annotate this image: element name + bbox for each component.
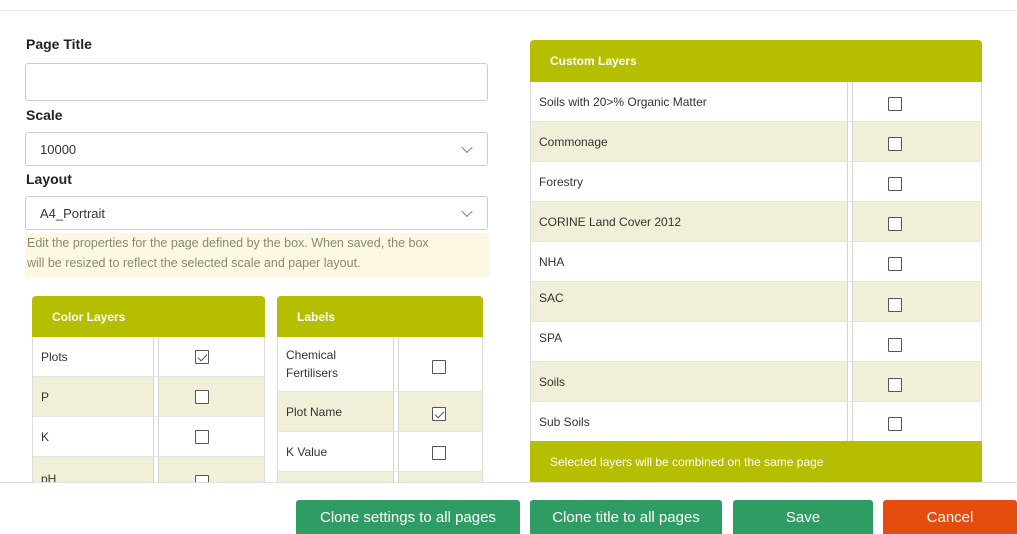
- column-divider: [393, 337, 399, 391]
- scale-label: Scale: [26, 107, 63, 123]
- labels-panel: Labels Chemical Fertilisers Plot Name K …: [277, 296, 483, 482]
- k-checkbox[interactable]: [195, 430, 209, 444]
- custom-layers-panel: Custom Layers Soils with 20>% Organic Ma…: [530, 40, 982, 482]
- column-divider: [153, 457, 159, 482]
- column-divider: [847, 402, 853, 441]
- clone-settings-button[interactable]: Clone settings to all pages: [296, 500, 520, 534]
- sub-soils-checkbox[interactable]: [888, 417, 902, 431]
- p-checkbox[interactable]: [195, 390, 209, 404]
- column-divider: [847, 162, 853, 201]
- color-layer-label: Plots: [41, 349, 68, 364]
- column-divider: [847, 362, 853, 401]
- color-layer-row: Plots: [33, 337, 264, 377]
- column-divider: [847, 202, 853, 241]
- scale-select-value: 10000: [40, 141, 77, 157]
- custom-layer-label: Soils with 20>% Organic Matter: [539, 94, 707, 109]
- layout-label: Layout: [26, 171, 72, 187]
- nha-checkbox[interactable]: [888, 257, 902, 271]
- custom-layer-row: NHA: [531, 242, 981, 282]
- custom-layer-label: CORINE Land Cover 2012: [539, 214, 682, 229]
- save-button[interactable]: Save: [733, 500, 873, 534]
- column-divider: [153, 417, 159, 456]
- label-row: Chemical Fertilisers: [278, 337, 482, 392]
- chemical-fertilisers-checkbox[interactable]: [432, 360, 446, 374]
- page-title-input[interactable]: [25, 63, 488, 101]
- layout-hint: Edit the properties for the page defined…: [25, 233, 490, 277]
- column-divider: [393, 392, 399, 431]
- custom-layer-label: Forestry: [539, 174, 584, 189]
- color-layer-label: K: [41, 429, 50, 444]
- custom-layer-row: Sub Soils: [531, 402, 981, 441]
- column-divider: [847, 82, 853, 121]
- k-value-checkbox[interactable]: [432, 446, 446, 460]
- color-layer-row: P: [33, 377, 264, 417]
- soils-checkbox[interactable]: [888, 378, 902, 392]
- custom-layer-label: Soils: [539, 374, 566, 389]
- page-title-label: Page Title: [26, 36, 92, 52]
- chevron-down-icon: [461, 141, 473, 154]
- custom-layers-footer: Selected layers will be combined on the …: [530, 441, 982, 482]
- sac-checkbox[interactable]: [888, 298, 902, 312]
- forestry-checkbox[interactable]: [888, 177, 902, 191]
- layout-select[interactable]: A4_Portrait: [25, 196, 488, 230]
- color-layer-label: pH: [41, 472, 57, 482]
- label-row-label: Plot Name: [286, 404, 343, 419]
- custom-layer-row: SAC: [531, 282, 981, 322]
- custom-layer-row: Commonage: [531, 122, 981, 162]
- custom-layer-label: SAC: [539, 291, 564, 305]
- custom-layer-label: Sub Soils: [539, 414, 590, 429]
- custom-layer-row: Forestry: [531, 162, 981, 202]
- custom-layer-label: Commonage: [539, 134, 608, 149]
- custom-layer-label: NHA: [539, 254, 565, 269]
- column-divider: [847, 242, 853, 281]
- column-divider: [847, 122, 853, 161]
- custom-layer-row: CORINE Land Cover 2012: [531, 202, 981, 242]
- label-row-label: Chemical Fertilisers: [286, 348, 339, 380]
- color-layer-row: pH: [33, 457, 264, 482]
- corine-checkbox[interactable]: [888, 217, 902, 231]
- column-divider: [153, 337, 159, 376]
- hint-line-1: Edit the properties for the page defined…: [27, 236, 429, 250]
- chevron-down-icon: [461, 205, 473, 218]
- custom-layer-row: Soils with 20>% Organic Matter: [531, 82, 981, 122]
- column-divider: [847, 322, 853, 361]
- column-divider: [847, 282, 853, 321]
- organic-matter-checkbox[interactable]: [888, 97, 902, 111]
- column-divider: [153, 377, 159, 416]
- plot-name-checkbox[interactable]: [432, 407, 446, 421]
- labels-header: Labels: [277, 296, 483, 337]
- layout-select-value: A4_Portrait: [40, 205, 106, 221]
- label-row: Plot Name: [278, 392, 482, 432]
- color-layer-label: P: [41, 389, 50, 404]
- cancel-button[interactable]: Cancel: [883, 500, 1017, 534]
- clone-title-button[interactable]: Clone title to all pages: [530, 500, 722, 534]
- column-divider: [393, 472, 399, 482]
- top-divider: [0, 10, 1017, 11]
- color-layers-header: Color Layers: [32, 296, 265, 337]
- custom-layer-row: Soils: [531, 362, 981, 402]
- custom-layers-header: Custom Layers: [530, 40, 982, 82]
- custom-layer-label: SPA: [539, 331, 563, 345]
- scale-select[interactable]: 10000: [25, 132, 488, 166]
- color-layers-panel: Color Layers Plots P K pH: [32, 296, 265, 482]
- hint-line-2: will be resized to reflect the selected …: [27, 256, 361, 270]
- footer-divider: [0, 482, 1017, 483]
- commonage-checkbox[interactable]: [888, 137, 902, 151]
- column-divider: [393, 432, 399, 471]
- label-row: [278, 472, 482, 482]
- plots-checkbox[interactable]: [195, 350, 209, 364]
- label-row: K Value: [278, 432, 482, 472]
- spa-checkbox[interactable]: [888, 338, 902, 352]
- custom-layer-row: SPA: [531, 322, 981, 362]
- color-layer-row: K: [33, 417, 264, 457]
- label-row-label: K Value: [286, 444, 328, 459]
- ph-checkbox[interactable]: [195, 475, 209, 482]
